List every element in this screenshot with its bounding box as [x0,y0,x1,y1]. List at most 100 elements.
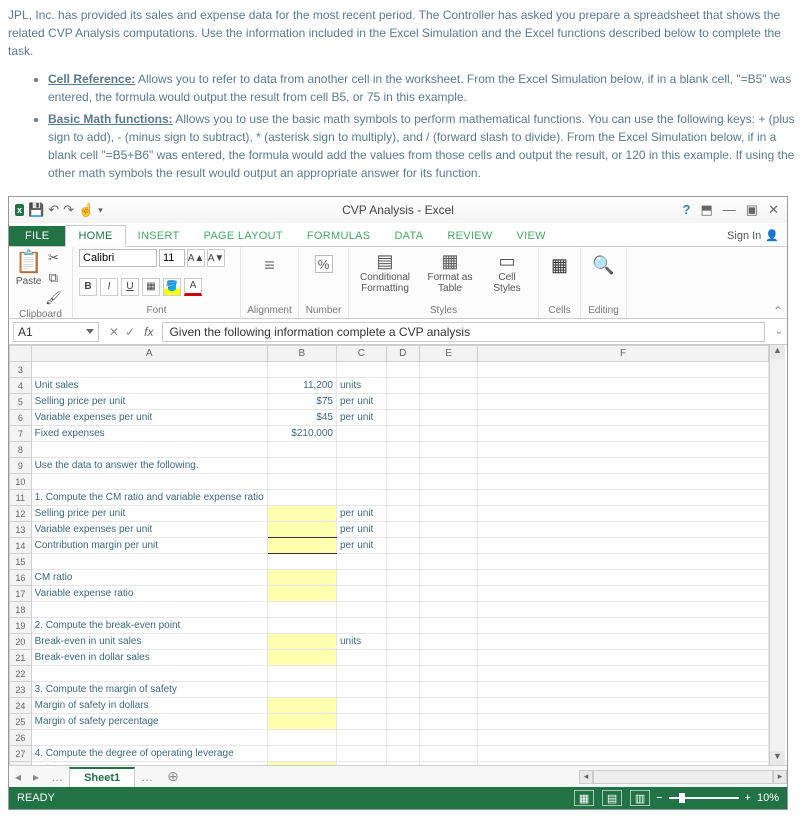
tab-review[interactable]: REVIEW [435,226,504,246]
row-6[interactable]: 6Variable expenses per unit$45per unit [10,410,769,426]
row-20[interactable]: 20Break-even in unit salesunits [10,634,769,650]
bold-button[interactable]: B [79,278,97,296]
fill-color-button[interactable]: 🪣 [163,278,181,296]
row-7[interactable]: 7Fixed expenses$210,000 [10,426,769,442]
row-21[interactable]: 21Break-even in dollar sales [10,650,769,666]
help-icon[interactable]: ? [683,202,691,218]
sheet-tab-sheet1[interactable]: Sheet1 [69,767,135,787]
zoom-slider[interactable] [669,797,739,799]
format-as-table-button[interactable]: ▦Format as Table [423,251,477,294]
row-18[interactable]: 18 [10,602,769,618]
row-11[interactable]: 111. Compute the CM ratio and variable e… [10,490,769,506]
add-sheet-icon[interactable]: ⊕ [159,768,187,785]
row-26[interactable]: 26 [10,730,769,746]
zoom-out-icon[interactable]: − [656,792,662,804]
redo-icon[interactable]: ↷ [63,202,74,218]
collapse-ribbon-icon[interactable]: ⌃ [769,247,787,318]
qat-dropdown-icon[interactable]: ▾ [98,205,103,216]
zoom-in-icon[interactable]: + [745,792,751,804]
tab-view[interactable]: VIEW [505,226,558,246]
row-17[interactable]: 17Variable expense ratio [10,586,769,602]
maximize-icon[interactable]: ▣ [746,202,758,218]
name-box[interactable]: A1 [13,322,99,342]
conditional-formatting-button[interactable]: ▤Conditional Formatting [355,251,415,294]
scroll-down-icon[interactable]: ▼ [770,751,785,765]
font-size-input[interactable] [159,249,185,267]
format-painter-icon[interactable]: 🖌 [44,289,62,307]
row-9[interactable]: 9Use the data to answer the following. [10,458,769,474]
decrease-font-icon[interactable]: A▼ [207,249,225,267]
tab-data[interactable]: DATA [382,226,435,246]
col-header-D[interactable]: D [386,346,419,362]
col-header-F[interactable]: F [478,346,769,362]
namebox-dropdown-icon[interactable] [86,329,94,334]
row-23[interactable]: 233. Compute the margin of safety [10,682,769,698]
cells-icon[interactable]: ▦ [545,249,574,276]
col-header-rownum[interactable] [10,346,32,362]
normal-view-icon[interactable]: ▦ [574,790,594,806]
tab-nav-first-icon[interactable]: ◂ [9,770,27,784]
touch-icon[interactable]: ☝ [78,202,94,218]
tab-pagelayout[interactable]: PAGE LAYOUT [192,226,295,246]
tab-nav-more-icon[interactable]: … [45,770,69,784]
row-25[interactable]: 25Margin of safety percentage [10,714,769,730]
ribbon-options-icon[interactable]: ⬒ [701,202,713,218]
row-3[interactable]: 3 [10,362,769,378]
col-header-A[interactable]: A [31,346,267,362]
minimize-icon[interactable]: — [723,202,736,218]
tab-home[interactable]: HOME [65,225,125,247]
cut-icon[interactable]: ✂ [44,249,62,267]
cancel-entry-icon[interactable]: ✕ [109,325,119,339]
row-24[interactable]: 24Margin of safety in dollars [10,698,769,714]
spreadsheet-grid[interactable]: ABCDEF34Unit sales11,200units5Selling pr… [9,345,787,765]
scroll-up-icon[interactable]: ▲ [770,345,785,359]
hscroll-left-icon[interactable]: ◂ [579,770,593,784]
cell-styles-button[interactable]: ▭Cell Styles [485,251,529,294]
row-16[interactable]: 16CM ratio [10,570,769,586]
row-28[interactable]: 28Sales [10,762,769,766]
sign-in[interactable]: Sign In👤 [719,225,787,246]
row-19[interactable]: 192. Compute the break-even point [10,618,769,634]
tab-nav-more2-icon[interactable]: … [135,770,159,784]
formula-bar[interactable]: Given the following information complete… [162,322,764,342]
italic-button[interactable]: I [100,278,118,296]
border-button[interactable]: ▦ [142,278,160,296]
row-4[interactable]: 4Unit sales11,200units [10,378,769,394]
row-8[interactable]: 8 [10,442,769,458]
copy-icon[interactable]: ⧉ [44,269,62,287]
editing-icon[interactable]: 🔍 [587,249,620,276]
row-5[interactable]: 5Selling price per unit$75per unit [10,394,769,410]
row-10[interactable]: 10 [10,474,769,490]
expand-formula-bar-icon[interactable]: ⌄ [771,326,787,337]
alignment-icon[interactable]: ≡ [247,249,292,276]
row-14[interactable]: 14Contribution margin per unitper unit [10,538,769,554]
tab-formulas[interactable]: FORMULAS [295,226,383,246]
underline-button[interactable]: U [121,278,139,296]
col-header-E[interactable]: E [419,346,477,362]
paste-button[interactable]: 📋 Paste [15,249,42,307]
tab-insert[interactable]: INSERT [126,226,192,246]
row-27[interactable]: 274. Compute the degree of operating lev… [10,746,769,762]
close-icon[interactable]: ✕ [768,202,779,218]
percent-icon[interactable]: % [305,249,342,273]
col-header-B[interactable]: B [267,346,336,362]
row-12[interactable]: 12Selling price per unitper unit [10,506,769,522]
row-22[interactable]: 22 [10,666,769,682]
page-layout-view-icon[interactable]: ▤ [602,790,622,806]
hscroll-right-icon[interactable]: ▸ [773,770,787,784]
horizontal-scrollbar[interactable]: ◂ ▸ [579,770,787,784]
row-13[interactable]: 13Variable expenses per unitper unit [10,522,769,538]
enter-entry-icon[interactable]: ✓ [125,325,135,339]
fx-icon[interactable]: fx [141,325,156,339]
font-color-button[interactable]: A [184,278,202,296]
undo-icon[interactable]: ↶ [48,202,59,218]
col-header-C[interactable]: C [336,346,386,362]
vertical-scrollbar[interactable]: ▲ ▼ [769,345,785,765]
page-break-view-icon[interactable]: ▥ [630,790,650,806]
font-name-input[interactable] [79,249,157,267]
row-15[interactable]: 15 [10,554,769,570]
tab-file[interactable]: FILE [9,226,65,246]
save-icon[interactable]: 💾 [28,202,44,218]
increase-font-icon[interactable]: A▲ [187,249,205,267]
tab-nav-next-icon[interactable]: ▸ [27,770,45,784]
